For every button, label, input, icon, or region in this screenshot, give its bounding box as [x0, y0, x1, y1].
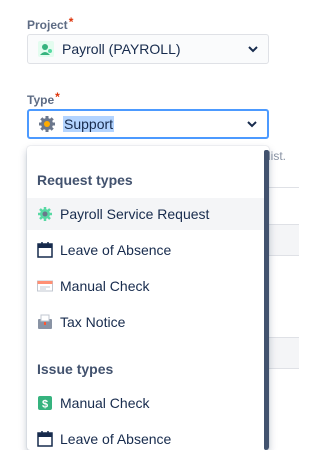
group-heading-issue-types: Issue types — [37, 361, 114, 377]
project-label: Project* — [27, 15, 74, 32]
chevron-down-icon — [247, 121, 257, 128]
required-asterisk: * — [55, 90, 60, 104]
option-payroll-service-request[interactable]: Payroll Service Request — [27, 198, 264, 230]
project-select[interactable]: Payroll (PAYROLL) — [27, 34, 269, 64]
gear-icon — [38, 207, 52, 221]
calendar-icon — [37, 431, 53, 447]
option-tax-notice[interactable]: Tax Notice — [27, 306, 264, 338]
background-hint-text: list. — [268, 149, 286, 163]
group-heading-request-types: Request types — [37, 172, 133, 188]
svg-text:$: $ — [42, 399, 48, 411]
option-manual-check[interactable]: Manual Check — [27, 270, 264, 302]
project-avatar-icon — [38, 41, 54, 57]
check-icon — [37, 280, 53, 292]
type-label: Type* — [27, 90, 60, 107]
option-label: Tax Notice — [60, 314, 126, 330]
project-select-value: Payroll (PAYROLL) — [62, 41, 181, 57]
option-label: Manual Check — [60, 395, 150, 411]
dropdown-scrollbar[interactable] — [264, 150, 269, 450]
dollar-icon: $ — [38, 396, 52, 411]
required-asterisk: * — [68, 15, 74, 29]
option-label: Manual Check — [60, 278, 150, 294]
background-row — [268, 224, 299, 256]
option-leave-of-absence-issue[interactable]: Leave of Absence — [27, 423, 264, 450]
type-select[interactable]: Support — [27, 109, 269, 139]
option-label: Leave of Absence — [60, 242, 172, 258]
calendar-icon — [37, 242, 53, 258]
type-dropdown-menu[interactable]: Request types Payroll Service Request Le… — [27, 146, 269, 450]
background-row — [268, 337, 299, 369]
gear-icon — [39, 116, 55, 132]
chevron-down-icon — [248, 46, 258, 53]
option-manual-check-issue[interactable]: $ Manual Check — [27, 387, 264, 419]
option-label: Leave of Absence — [60, 431, 172, 447]
background-divider — [268, 187, 299, 188]
mailbox-icon — [38, 314, 52, 329]
option-label: Payroll Service Request — [60, 206, 210, 222]
type-select-value: Support — [63, 116, 115, 132]
option-leave-of-absence[interactable]: Leave of Absence — [27, 234, 264, 266]
